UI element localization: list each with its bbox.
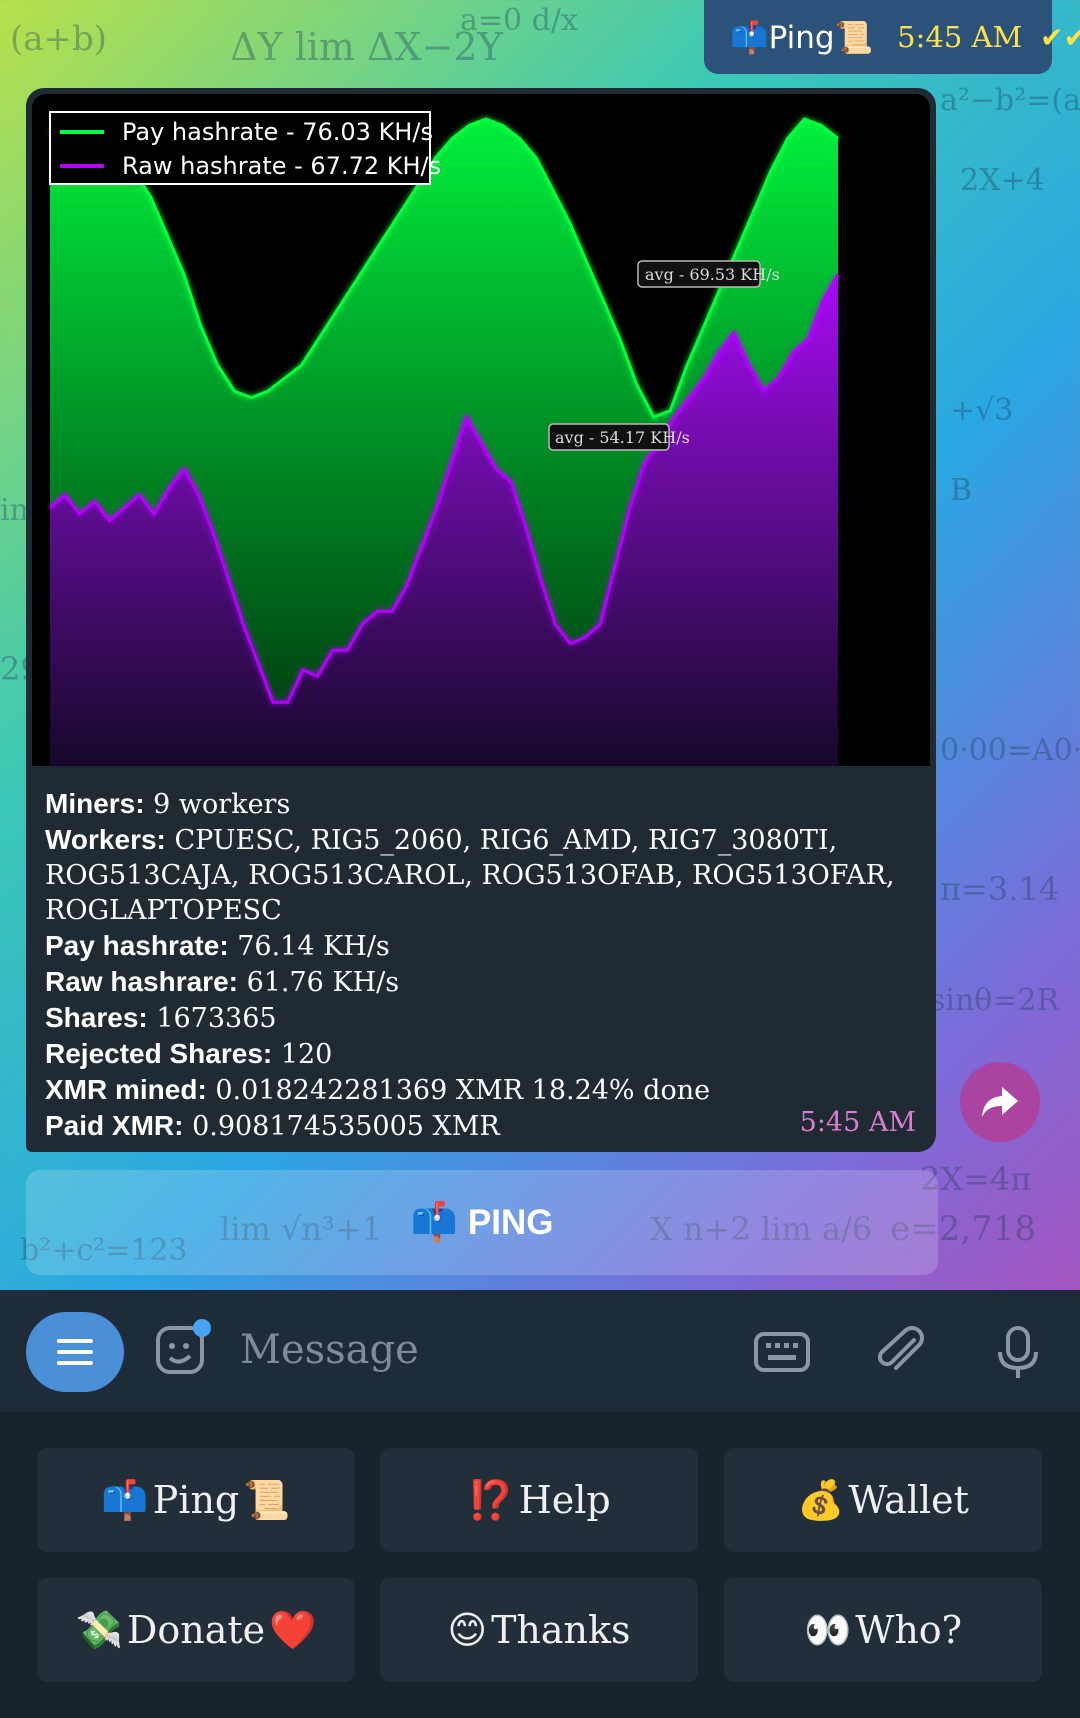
inline-ping-button[interactable]: 📫 PING [26, 1170, 938, 1275]
stat-xmr-mined: XMR mined: 0.018242281369 XMR 18.24% don… [45, 1074, 711, 1106]
svg-text:B: B [950, 473, 972, 508]
svg-text:a=0 d/x: a=0 d/x [460, 3, 578, 38]
svg-text:(a+b): (a+b) [10, 19, 107, 59]
stat-pay-hashrate: Pay hashrate: 76.14 KH/s [45, 930, 390, 962]
money-bag-icon: 💰 [797, 1477, 845, 1522]
bot-menu-button[interactable] [26, 1312, 124, 1392]
svg-text:+√3: +√3 [950, 393, 1013, 428]
miner-stats: Miners: 9 workers Workers: CPUESC, RIG5_… [45, 786, 905, 1144]
money-wings-icon: 💸 [75, 1607, 123, 1652]
inline-ping-label: PING [467, 1202, 554, 1242]
outgoing-message-time: 5:45 AM [897, 20, 1023, 54]
mailbox-icon: 📫 [101, 1477, 149, 1522]
stat-paid-xmr: Paid XMR: 0.908174535005 XMR [45, 1110, 500, 1142]
legend-pay-label: Pay hashrate - 76.03 KH/s [122, 118, 433, 146]
kb-thanks-button[interactable]: 😊 Thanks [380, 1578, 698, 1682]
eyes-icon: 👀 [803, 1607, 852, 1652]
stat-workers: Workers: CPUESC, RIG5_2060, RIG6_AMD, RI… [45, 824, 895, 926]
avg-annotation-raw: avg - 54.17 KH/s [548, 423, 690, 451]
kb-help-button[interactable]: ⁉️ Help [380, 1448, 698, 1552]
menu-icon [57, 1339, 93, 1365]
stat-miners: Miners: 9 workers [45, 788, 291, 820]
message-input-bar [0, 1290, 1080, 1412]
chart-legend: Pay hashrate - 76.03 KH/s Raw hashrate -… [49, 111, 441, 185]
svg-text:2X+4: 2X+4 [960, 163, 1045, 198]
kb-wallet-button[interactable]: 💰 Wallet [724, 1448, 1042, 1552]
microphone-icon[interactable] [990, 1326, 1046, 1378]
scroll-icon: 📜 [243, 1477, 291, 1522]
hashrate-chart[interactable]: Pay hashrate - 76.03 KH/s Raw hashrate -… [32, 94, 930, 766]
svg-text:0·00=A0·0: 0·00=A0·0 [940, 733, 1080, 768]
avg-pay-label: avg - 69.53 KH/s [645, 265, 780, 284]
kb-who-button[interactable]: 👀 Who? [724, 1578, 1042, 1682]
forward-button[interactable] [960, 1062, 1040, 1142]
stat-raw-hashrate: Raw hashrare: 61.76 KH/s [45, 966, 400, 998]
smile-icon: 😊 [447, 1608, 488, 1652]
svg-text:π=3.14: π=3.14 [940, 870, 1059, 908]
svg-text:a²−b²=(a−b): a²−b²=(a−b) [940, 83, 1080, 118]
reply-keyboard: 📫 Ping 📜 ⁉️ Help 💰 Wallet 💸 Donate ❤️ 😊 … [0, 1412, 1080, 1718]
message-input[interactable] [240, 1320, 720, 1380]
share-arrow-icon [982, 1087, 1018, 1117]
svg-text:sinθ=2R: sinθ=2R [930, 983, 1061, 1018]
avg-annotation-pay: avg - 69.53 KH/s [637, 260, 780, 288]
attach-icon[interactable] [874, 1326, 930, 1378]
stat-shares: Shares: 1673365 [45, 1002, 277, 1034]
legend-raw-label: Raw hashrate - 67.72 KH/s [122, 152, 441, 180]
stat-rejected-shares: Rejected Shares: 120 [45, 1038, 333, 1070]
keyboard-icon[interactable] [754, 1326, 810, 1378]
mailbox-icon: 📫 [410, 1200, 458, 1244]
outgoing-message-ping[interactable]: 📫Ping📜 5:45 AM ✔✔ [704, 0, 1080, 74]
outgoing-message-text: 📫Ping📜 [730, 19, 874, 56]
kb-donate-button[interactable]: 💸 Donate ❤️ [37, 1578, 355, 1682]
avg-raw-label: avg - 54.17 KH/s [555, 428, 690, 447]
kb-ping-button[interactable]: 📫 Ping 📜 [37, 1448, 355, 1552]
sticker-emoji-icon[interactable] [152, 1318, 212, 1378]
interrobang-icon: ⁉️ [467, 1477, 515, 1522]
read-check-icon: ✔✔ [1040, 21, 1080, 53]
heart-icon: ❤️ [269, 1607, 317, 1652]
message-time: 5:45 AM [799, 1107, 916, 1138]
incoming-message[interactable]: Pay hashrate - 76.03 KH/s Raw hashrate -… [26, 88, 936, 1152]
